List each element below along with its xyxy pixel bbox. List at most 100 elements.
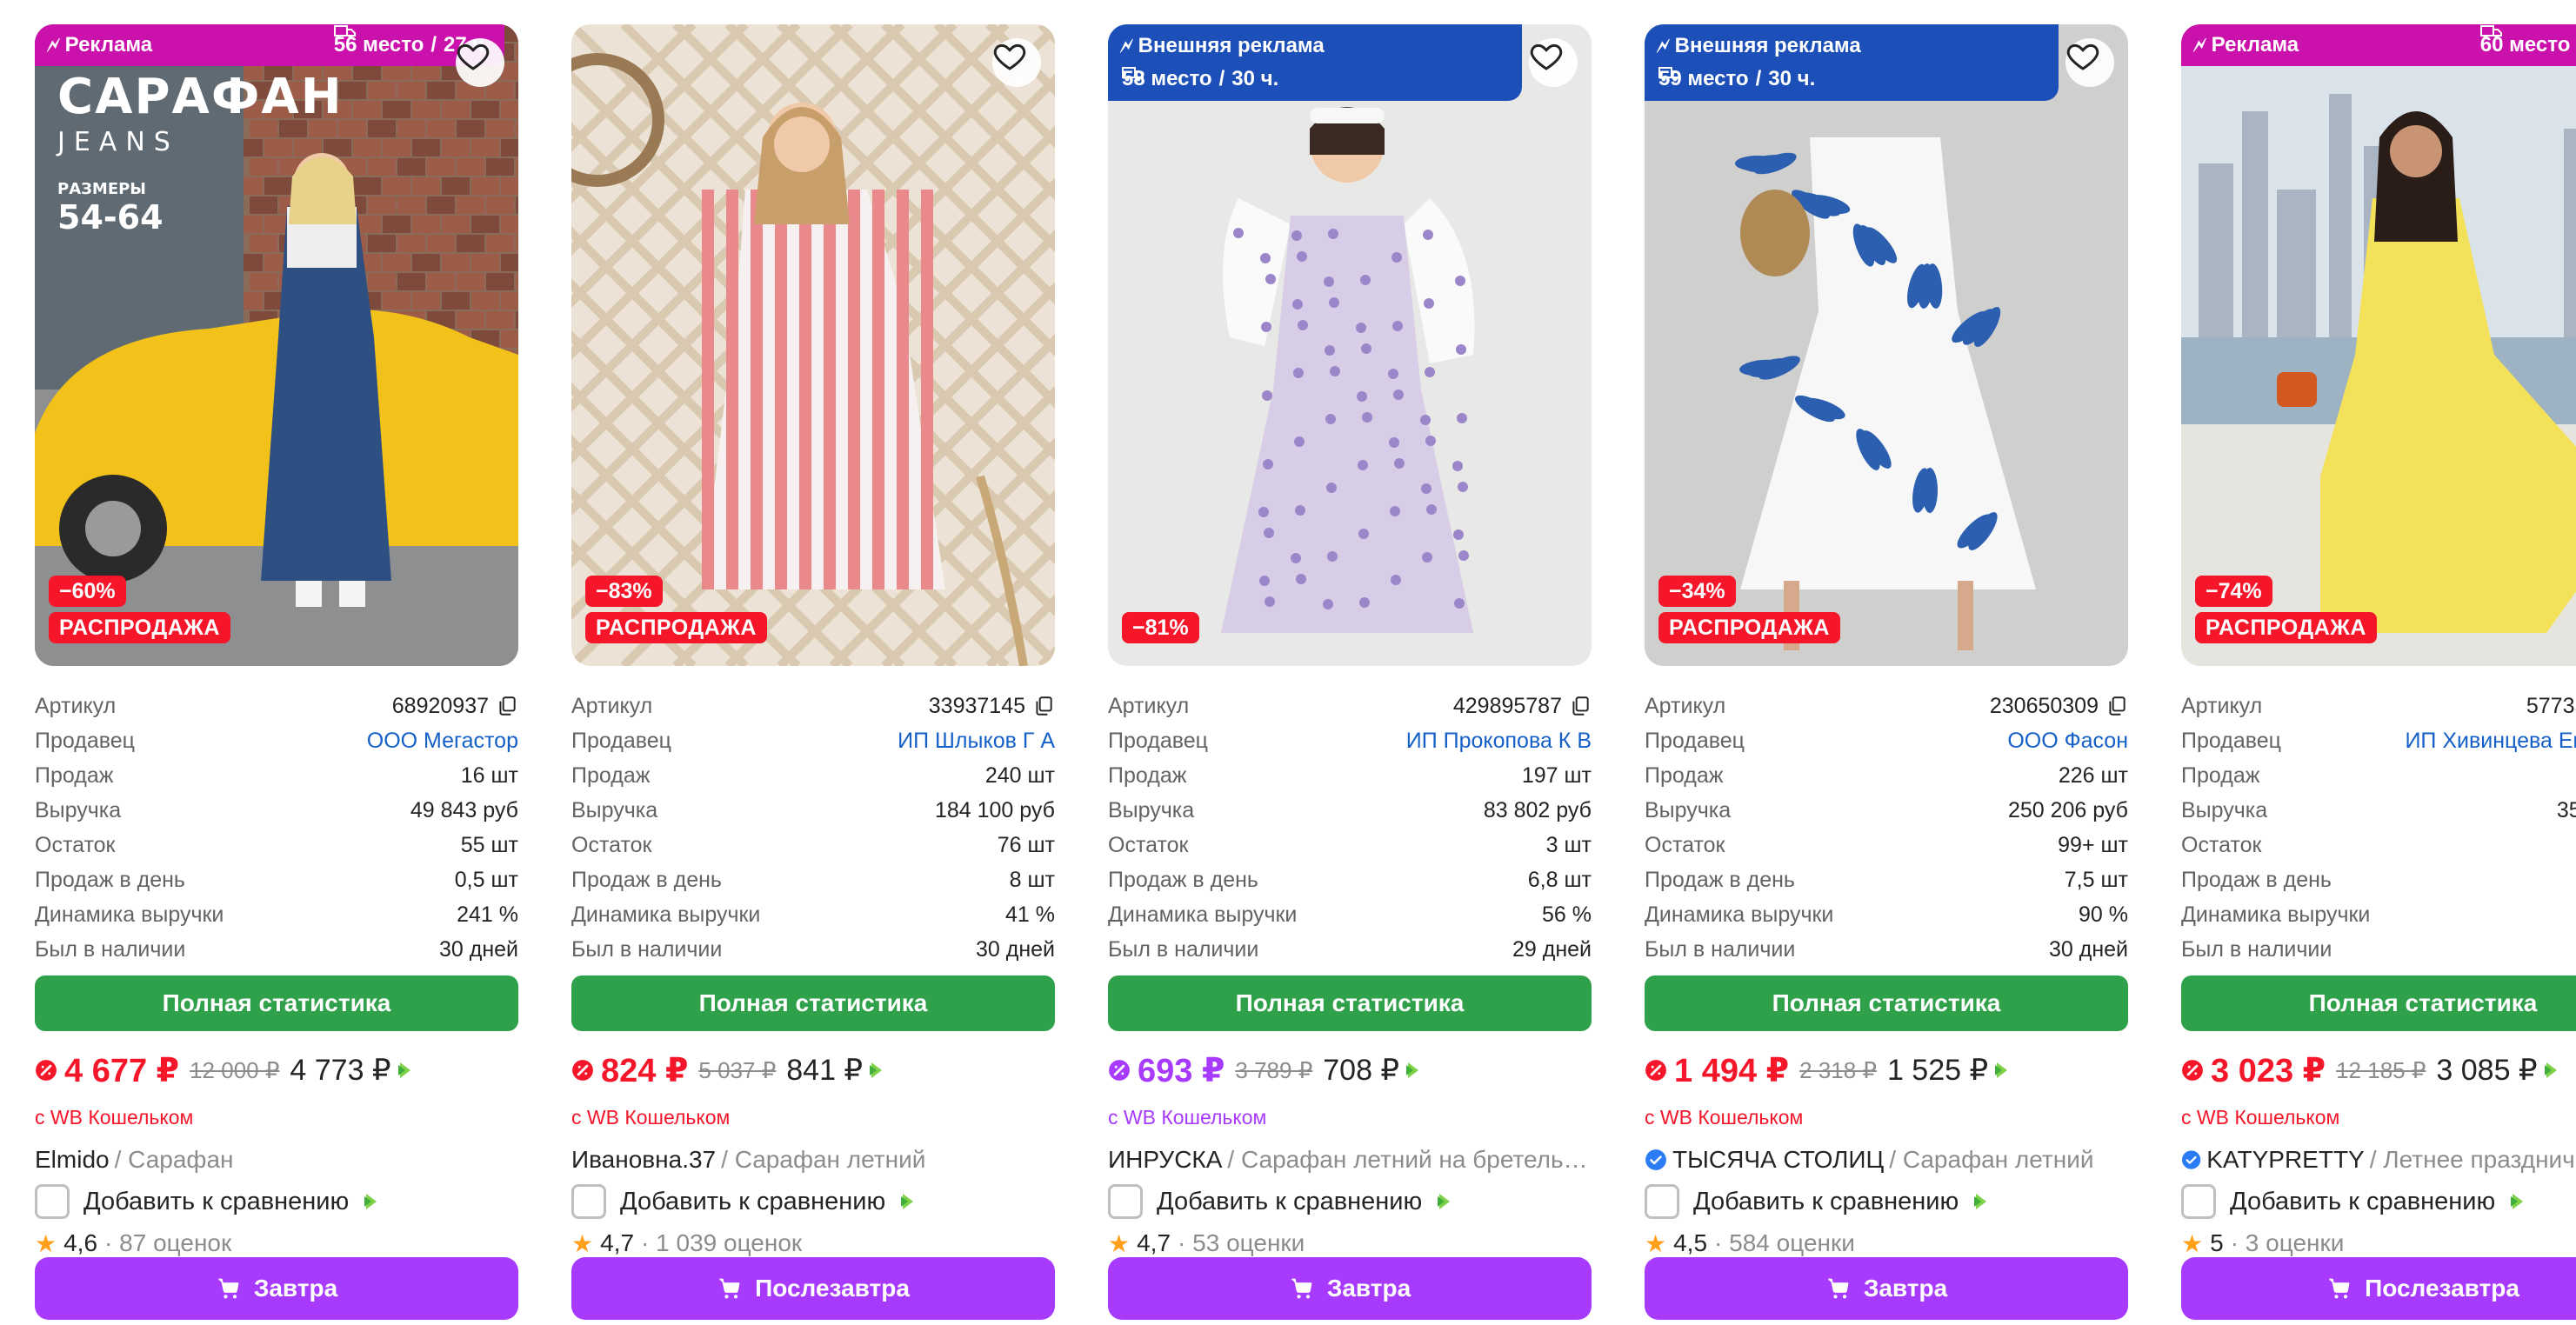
- product-card-4[interactable]: 🗲 Внешняя реклама 59 место/30 ч. −34% РАСП…: [1645, 24, 2128, 1320]
- compare-checkbox[interactable]: [1108, 1184, 1143, 1219]
- compare-label: Добавить к сравнению: [620, 1187, 886, 1215]
- wallet-label: с WB Кошельком: [571, 1106, 731, 1129]
- product-name[interactable]: KATYPRETTY / Летнее праздничное платье: [2181, 1142, 2576, 1177]
- wallet-price: 693 ₽: [1108, 1051, 1225, 1090]
- compare-label: Добавить к сравнению: [83, 1187, 350, 1215]
- per-day-value: 8 шт: [1009, 867, 1055, 892]
- seller-link[interactable]: ИП Хивинцева Екатерина: [2405, 729, 2576, 754]
- product-name[interactable]: Ивановна.37 / Сарафан летний: [571, 1142, 1055, 1177]
- product-card-5[interactable]: 🗲Реклама 60 место/44 ч. −74% РАСПРОДАЖА А…: [2181, 24, 2576, 1320]
- stat-row-article: Артикул 230650309: [1645, 689, 2128, 723]
- copy-icon[interactable]: [496, 695, 518, 717]
- compare-control[interactable]: Добавить к сравнению: [571, 1182, 915, 1221]
- seller-link[interactable]: ИП Шлыков Г А: [898, 729, 1055, 754]
- add-to-cart-button[interactable]: Завтра: [35, 1257, 518, 1320]
- seller-link[interactable]: ООО Мегастор: [367, 729, 518, 754]
- wallet-price-value: 824 ₽: [601, 1052, 689, 1089]
- wallet-price: 824 ₽: [571, 1051, 688, 1090]
- stats-table: Артикул 230650309 Продавец ООО Фасон Про…: [1645, 689, 2128, 967]
- stat-row-per-day: Продаж в день 2 шт: [2181, 862, 2576, 897]
- star-icon: ★: [35, 1229, 57, 1257]
- discount-badge: −83%: [585, 576, 663, 607]
- in-stock-value: 30 дней: [975, 936, 1055, 962]
- compare-control[interactable]: Добавить к сравнению: [1645, 1182, 1988, 1221]
- product-image[interactable]: [571, 24, 1055, 666]
- stat-label: Выручка: [1645, 797, 1732, 822]
- favorite-heart-icon[interactable]: [1529, 38, 1578, 87]
- compare-control[interactable]: Добавить к сравнению: [2181, 1182, 2525, 1221]
- full-stats-button[interactable]: Полная статистика: [35, 975, 518, 1031]
- revenue-value: 35 210 руб: [2556, 797, 2576, 822]
- favorite-heart-icon[interactable]: [992, 38, 1041, 87]
- compare-checkbox[interactable]: [2181, 1184, 2216, 1219]
- star-icon: ★: [2181, 1229, 2204, 1257]
- rating: ★ 4,5 · 584 оценки: [1645, 1226, 1855, 1261]
- product-photo[interactable]: 🗲Реклама 60 место/44 ч. −74% РАСПРОДАЖА: [2181, 24, 2576, 666]
- add-to-cart-button[interactable]: Послезавтра: [2181, 1257, 2576, 1320]
- compare-checkbox[interactable]: [35, 1184, 70, 1219]
- full-stats-button[interactable]: Полная статистика: [1645, 975, 2128, 1031]
- product-card-1[interactable]: САРАФАН JEANS РАЗМЕРЫ 54-64 🗲 Реклама 56 место…: [35, 24, 518, 1320]
- stat-label: Продавец: [2181, 728, 2281, 753]
- stat-label: Остаток: [571, 832, 652, 857]
- compare-checkbox[interactable]: [1645, 1184, 1679, 1219]
- full-stats-button[interactable]: Полная статистика: [571, 975, 1055, 1031]
- green-arrow-icon: [870, 1062, 883, 1078]
- overlay-brand: САРАФАН: [57, 69, 344, 125]
- compare-control[interactable]: Добавить к сравнению: [1108, 1182, 1452, 1221]
- stat-label: Был в наличии: [1108, 936, 1259, 962]
- copy-icon[interactable]: [1569, 695, 1592, 717]
- favorite-heart-icon[interactable]: [2065, 38, 2114, 87]
- add-to-cart-button[interactable]: Послезавтра: [571, 1257, 1055, 1320]
- product-image[interactable]: [1645, 24, 2128, 666]
- product-photo[interactable]: САРАФАН JEANS РАЗМЕРЫ 54-64 🗲 Реклама 56 место…: [35, 24, 518, 666]
- favorite-heart-icon[interactable]: [456, 38, 504, 87]
- add-to-cart-button[interactable]: Завтра: [1645, 1257, 2128, 1320]
- rating-score: 4,6: [63, 1229, 98, 1256]
- reviews-count[interactable]: · 3 оценки: [2231, 1229, 2345, 1257]
- price-line: 4 677 ₽ 12 000 ₽ 4 773 ₽: [35, 1049, 412, 1092]
- compare-control[interactable]: Добавить к сравнению: [35, 1182, 378, 1221]
- reviews-count[interactable]: · 87 оценок: [104, 1229, 231, 1257]
- copy-icon[interactable]: [2106, 695, 2128, 717]
- wallet-discount-icon: [36, 1060, 57, 1081]
- compare-checkbox[interactable]: [571, 1184, 606, 1219]
- base-price: 3 085 ₽: [2436, 1053, 2558, 1088]
- wallet-price: 4 677 ₽: [35, 1051, 179, 1090]
- seller-link[interactable]: ИП Прокопова К В: [1406, 729, 1592, 754]
- product-card-2[interactable]: −83% РАСПРОДАЖА Артикул 33937145 Продаве…: [571, 24, 1055, 1320]
- product-card-3[interactable]: 🗲 Внешняя реклама 58 место/30 ч. −81% Арти…: [1108, 24, 1592, 1320]
- in-stock-value: 29 дней: [1512, 936, 1592, 962]
- product-name[interactable]: ТЫСЯЧА СТОЛИЦ / Сарафан летний: [1645, 1142, 2128, 1177]
- stat-row-dynamics: Динамика выручки 90 %: [1645, 897, 2128, 932]
- star-icon: ★: [571, 1229, 594, 1257]
- product-photo[interactable]: 🗲 Внешняя реклама 58 место/30 ч. −81%: [1108, 24, 1592, 666]
- add-to-cart-button[interactable]: Завтра: [1108, 1257, 1592, 1320]
- product-image[interactable]: [2181, 24, 2576, 666]
- product-title: / Сарафан летний: [721, 1146, 926, 1173]
- revenue-value: 83 802 руб: [1483, 797, 1592, 822]
- product-image[interactable]: [1108, 24, 1592, 666]
- product-name[interactable]: ИНРУСКА / Сарафан летний на бретельках: [1108, 1142, 1592, 1177]
- stats-table: Артикул 429895787 Продавец ИП Прокопова …: [1108, 689, 1592, 967]
- truck-icon: [333, 25, 356, 40]
- product-photo[interactable]: −83% РАСПРОДАЖА: [571, 24, 1055, 666]
- ad-badge: 🗲 Внешняя реклама 59 место/30 ч.: [1645, 24, 2059, 101]
- stat-label: Был в наличии: [35, 936, 186, 962]
- price-line: 3 023 ₽ 12 185 ₽ 3 085 ₽: [2181, 1049, 2559, 1092]
- compare-label: Добавить к сравнению: [1157, 1187, 1423, 1215]
- stat-label: Продаж в день: [2181, 867, 2332, 892]
- full-stats-button[interactable]: Полная статистика: [1108, 975, 1592, 1031]
- cart-icon: [218, 1278, 239, 1299]
- copy-icon[interactable]: [1032, 695, 1055, 717]
- green-arrow-icon: [1406, 1062, 1419, 1078]
- product-name[interactable]: Elmido / Сарафан: [35, 1142, 518, 1177]
- reviews-count[interactable]: · 53 оценки: [1178, 1229, 1305, 1257]
- seller-link[interactable]: ООО Фасон: [2007, 729, 2128, 754]
- old-price: 5 037 ₽: [698, 1056, 777, 1083]
- full-stats-button[interactable]: Полная статистика: [2181, 975, 2576, 1031]
- reviews-count[interactable]: · 584 оценки: [1714, 1229, 1855, 1257]
- product-photo[interactable]: 🗲 Внешняя реклама 59 место/30 ч. −34% РАСП…: [1645, 24, 2128, 666]
- stat-row-sales: Продаж 226 шт: [1645, 758, 2128, 793]
- reviews-count[interactable]: · 1 039 оценок: [641, 1229, 802, 1257]
